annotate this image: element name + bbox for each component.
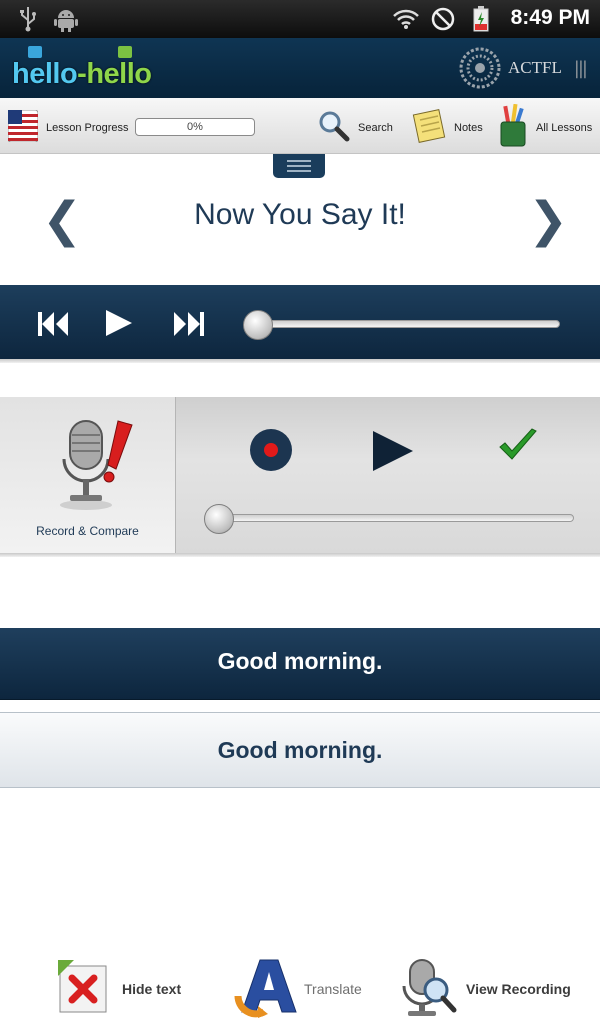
notes-label: Notes bbox=[454, 122, 483, 134]
playback-knob[interactable] bbox=[243, 310, 273, 340]
native-phrase-bar[interactable]: Good morning. bbox=[0, 628, 600, 700]
translation-phrase-text: Good morning. bbox=[217, 737, 383, 763]
hide-text-icon bbox=[58, 960, 107, 1013]
toolbar: Lesson Progress 0% Search Notes All Less… bbox=[0, 98, 600, 154]
view-recording-icon bbox=[402, 959, 457, 1016]
view-recording-label: View Recording bbox=[466, 981, 571, 997]
play-recording-icon[interactable] bbox=[371, 429, 415, 473]
pencil-cup-icon bbox=[500, 104, 526, 147]
actfl-logo: ACTFL ||| bbox=[458, 46, 588, 90]
lesson-progress-bar: 0% bbox=[135, 118, 255, 136]
lesson-progress-value: 0% bbox=[187, 121, 203, 133]
record-compare-label: Record & Compare bbox=[36, 524, 139, 538]
all-lessons-button[interactable]: All Lessons bbox=[496, 104, 596, 148]
view-recording-button[interactable]: View Recording bbox=[398, 956, 588, 1018]
logo-text: hello-hello bbox=[12, 58, 152, 90]
divider bbox=[0, 359, 600, 363]
battery-charging-icon bbox=[473, 6, 489, 32]
lesson-progress-label: Lesson Progress bbox=[46, 122, 129, 134]
page-title: Now You Say It! bbox=[194, 198, 406, 231]
recording-knob[interactable] bbox=[204, 504, 234, 534]
no-sign-icon bbox=[431, 7, 455, 31]
divider bbox=[0, 553, 600, 557]
drawer-handle[interactable] bbox=[273, 154, 325, 178]
us-flag-icon[interactable] bbox=[8, 110, 38, 142]
audio-player bbox=[0, 285, 600, 359]
wifi-icon bbox=[393, 9, 419, 29]
translate-icon bbox=[234, 959, 297, 1018]
android-icon bbox=[54, 10, 78, 32]
checkmark-icon[interactable] bbox=[496, 425, 540, 465]
usb-icon bbox=[20, 7, 36, 32]
all-lessons-label: All Lessons bbox=[536, 122, 593, 134]
hide-text-button[interactable]: Hide text bbox=[54, 956, 194, 1016]
search-icon bbox=[319, 111, 350, 142]
app-header: hello-hello ACTFL ||| bbox=[0, 38, 600, 98]
notes-icon bbox=[412, 109, 446, 143]
search-label: Search bbox=[358, 122, 393, 134]
notes-button[interactable]: Notes bbox=[410, 104, 490, 148]
translate-button[interactable]: Translate bbox=[234, 956, 374, 1018]
play-icon[interactable] bbox=[104, 309, 134, 337]
playback-track[interactable] bbox=[258, 320, 560, 328]
actfl-text: ACTFL bbox=[508, 58, 562, 77]
status-bar: 8:49 PM bbox=[0, 0, 600, 38]
hello-hello-logo: hello-hello bbox=[12, 46, 162, 92]
record-controls bbox=[175, 397, 600, 553]
recording-track[interactable] bbox=[218, 514, 574, 522]
hide-text-label: Hide text bbox=[122, 981, 182, 997]
actfl-emblem-icon bbox=[459, 47, 501, 89]
status-time: 8:49 PM bbox=[510, 6, 590, 29]
record-icon[interactable] bbox=[249, 428, 293, 472]
fast-forward-icon[interactable] bbox=[172, 311, 206, 337]
native-phrase-text: Good morning. bbox=[217, 648, 383, 674]
next-arrow[interactable]: ❯ bbox=[528, 196, 568, 244]
search-button[interactable]: Search bbox=[318, 106, 398, 146]
translate-label: Translate bbox=[304, 981, 362, 997]
rewind-icon[interactable] bbox=[36, 311, 70, 337]
actfl-bars: ||| bbox=[573, 58, 588, 79]
microphone-icon bbox=[60, 420, 133, 510]
translation-phrase-bar[interactable]: Good morning. bbox=[0, 712, 600, 788]
